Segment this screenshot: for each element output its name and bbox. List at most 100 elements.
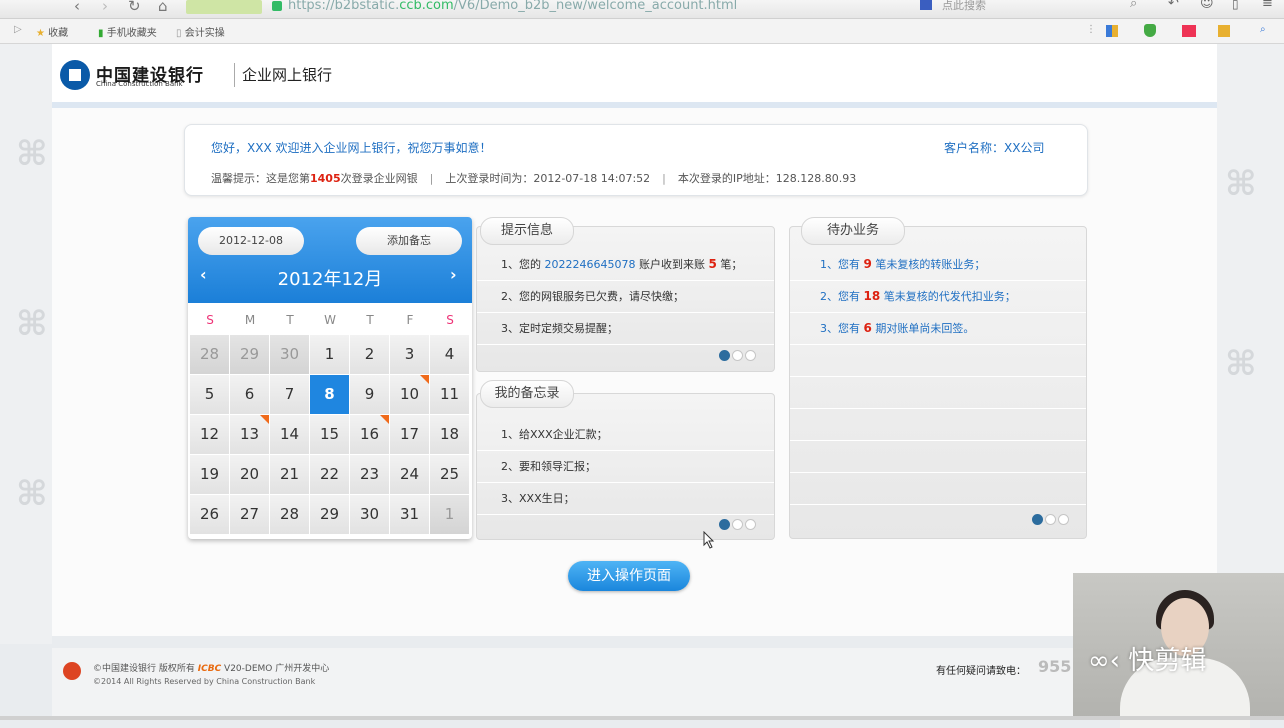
todo-item[interactable]: 3、您有 6 期对账单尚未回签。 (790, 313, 1086, 345)
calendar-day[interactable]: 23 (350, 455, 390, 495)
memo-item[interactable]: 2、要和领导汇报； (477, 451, 774, 483)
calendar-date-pill[interactable]: 2012-12-08 (198, 227, 304, 255)
calendar-day[interactable]: 18 (430, 415, 470, 455)
calendar-day[interactable]: 24 (390, 455, 430, 495)
notice-item[interactable]: 2、您的网银服务已欠费，请尽快缴； (477, 281, 774, 313)
calendar-day[interactable]: 19 (190, 455, 230, 495)
calendar-weekdays: S M T W T F S (188, 305, 472, 333)
menu-icon[interactable]: ≡ (1262, 0, 1273, 11)
notices-pager[interactable] (717, 350, 756, 364)
calendar-day[interactable]: 2 (350, 335, 390, 375)
tab-notices[interactable]: 提示信息 (480, 217, 574, 245)
zoom-icon[interactable]: ⌕ (1260, 24, 1266, 35)
calendar-day[interactable]: 12 (190, 415, 230, 455)
memo-flag-icon (380, 415, 389, 424)
calendar-day[interactable]: 29 (310, 495, 350, 535)
calendar-day[interactable]: 7 (270, 375, 310, 415)
search-input[interactable]: 点此搜索 (942, 0, 986, 13)
memo-item[interactable]: 1、给XXX企业汇款； (477, 419, 774, 451)
pager-dot[interactable] (732, 519, 743, 530)
home-icon[interactable]: ⌂ (158, 0, 168, 15)
calendar-day[interactable]: 3 (390, 335, 430, 375)
site-badge[interactable] (186, 0, 262, 14)
tab-memo[interactable]: 我的备忘录 (480, 380, 574, 408)
apps-icon[interactable] (1106, 25, 1118, 37)
page-side-right: ⌘ ⌘ (1217, 44, 1284, 644)
calendar: 2012-12-08 添加备忘 2012年12月 ‹ › S M T W T F… (188, 217, 472, 539)
calendar-day[interactable]: 30 (350, 495, 390, 535)
bookmark-accounting[interactable]: ▯ 会计实操 (176, 24, 225, 39)
calendar-day[interactable]: 27 (230, 495, 270, 535)
calendar-day[interactable]: 6 (230, 375, 270, 415)
memo-flag-icon (420, 375, 429, 384)
pager-dot[interactable] (745, 350, 756, 361)
pager-dot[interactable] (1045, 514, 1056, 525)
adblock-icon[interactable] (1182, 25, 1196, 37)
undo-icon[interactable]: ↶ (1168, 0, 1179, 11)
back-icon[interactable]: ‹ (74, 0, 80, 15)
memo-item[interactable]: 3、XXX生日； (477, 483, 774, 515)
pager-dot[interactable] (1058, 514, 1069, 525)
forward-icon[interactable]: › (102, 0, 108, 15)
notice-item[interactable]: 3、定时定频交易提醒； (477, 313, 774, 345)
calendar-day[interactable]: 20 (230, 455, 270, 495)
next-month-icon[interactable]: › (450, 265, 457, 284)
watermark-icon: ⌘ (16, 134, 48, 174)
calendar-day[interactable]: 10 (390, 375, 430, 415)
calendar-day[interactable]: 17 (390, 415, 430, 455)
pager-dot[interactable] (719, 519, 730, 530)
calendar-day[interactable]: 15 (310, 415, 350, 455)
calendar-day[interactable]: 4 (430, 335, 470, 375)
search-icon[interactable]: ⌕ (1130, 0, 1137, 11)
calendar-day[interactable]: 5 (190, 375, 230, 415)
calendar-day[interactable]: 28 (190, 335, 230, 375)
reload-icon[interactable]: ↻ (128, 0, 141, 15)
bookmark-favorites[interactable]: ★ 收藏 (36, 24, 68, 39)
todo-item[interactable]: 2、您有 18 笔未复核的代发代扣业务； (790, 281, 1086, 313)
calendar-day[interactable]: 31 (390, 495, 430, 535)
todo-item-empty (790, 345, 1086, 377)
shield-icon[interactable] (1144, 24, 1156, 37)
calendar-day[interactable]: 16 (350, 415, 390, 455)
calendar-day[interactable]: 28 (270, 495, 310, 535)
calendar-day[interactable]: 13 (230, 415, 270, 455)
calendar-day[interactable]: 26 (190, 495, 230, 535)
calendar-day[interactable]: 25 (430, 455, 470, 495)
pager-dot[interactable] (745, 519, 756, 530)
calendar-day[interactable]: 11 (430, 375, 470, 415)
add-note-button[interactable]: 添加备忘 (356, 227, 462, 255)
user-icon[interactable]: ☺ (1200, 0, 1214, 11)
pager-dot[interactable] (1032, 514, 1043, 525)
address-bar[interactable]: https://b2bstatic.ccb.com/V6/Demo_b2b_ne… (288, 0, 737, 13)
calendar-day[interactable]: 14 (270, 415, 310, 455)
notices-panel: 1、您的 2022246645078 账户收到来账 5 笔； 2、您的网银服务已… (476, 226, 775, 372)
search-engine-icon[interactable] (920, 0, 932, 10)
notice-item[interactable]: 1、您的 2022246645078 账户收到来账 5 笔； (477, 249, 774, 281)
todo-item[interactable]: 1、您有 9 笔未复核的转账业务； (790, 249, 1086, 281)
calendar-day[interactable]: 9 (350, 375, 390, 415)
translate-icon[interactable] (1218, 25, 1230, 37)
calendar-day[interactable]: 30 (270, 335, 310, 375)
calendar-day[interactable]: 29 (230, 335, 270, 375)
pager-dot[interactable] (732, 350, 743, 361)
enter-operation-button[interactable]: 进入操作页面 (568, 561, 690, 591)
pager-dot[interactable] (719, 350, 730, 361)
header-divider (234, 63, 235, 87)
expand-icon[interactable]: ▷ (14, 24, 22, 35)
calendar-day[interactable]: 1 (310, 335, 350, 375)
account-link[interactable]: 2022246645078 (545, 258, 636, 271)
watermark-icon: ⌘ (16, 304, 48, 344)
more-icon[interactable]: ⋮ (1086, 24, 1096, 35)
bank-header (52, 44, 1217, 108)
tab-todo[interactable]: 待办业务 (801, 217, 905, 245)
bookmark-mobile[interactable]: ▮ 手机收藏夹 (98, 24, 157, 39)
memo-pager[interactable] (717, 519, 756, 533)
calendar-day[interactable]: 1 (430, 495, 470, 535)
phone-icon[interactable]: ▯ (1232, 0, 1239, 11)
calendar-day[interactable]: 21 (270, 455, 310, 495)
kuaijianji-logo-icon: ∞‹ (1088, 646, 1121, 676)
todo-pager[interactable] (1030, 514, 1069, 528)
calendar-day-selected[interactable]: 8 (310, 375, 350, 415)
calendar-day[interactable]: 22 (310, 455, 350, 495)
prev-month-icon[interactable]: ‹ (200, 265, 207, 284)
